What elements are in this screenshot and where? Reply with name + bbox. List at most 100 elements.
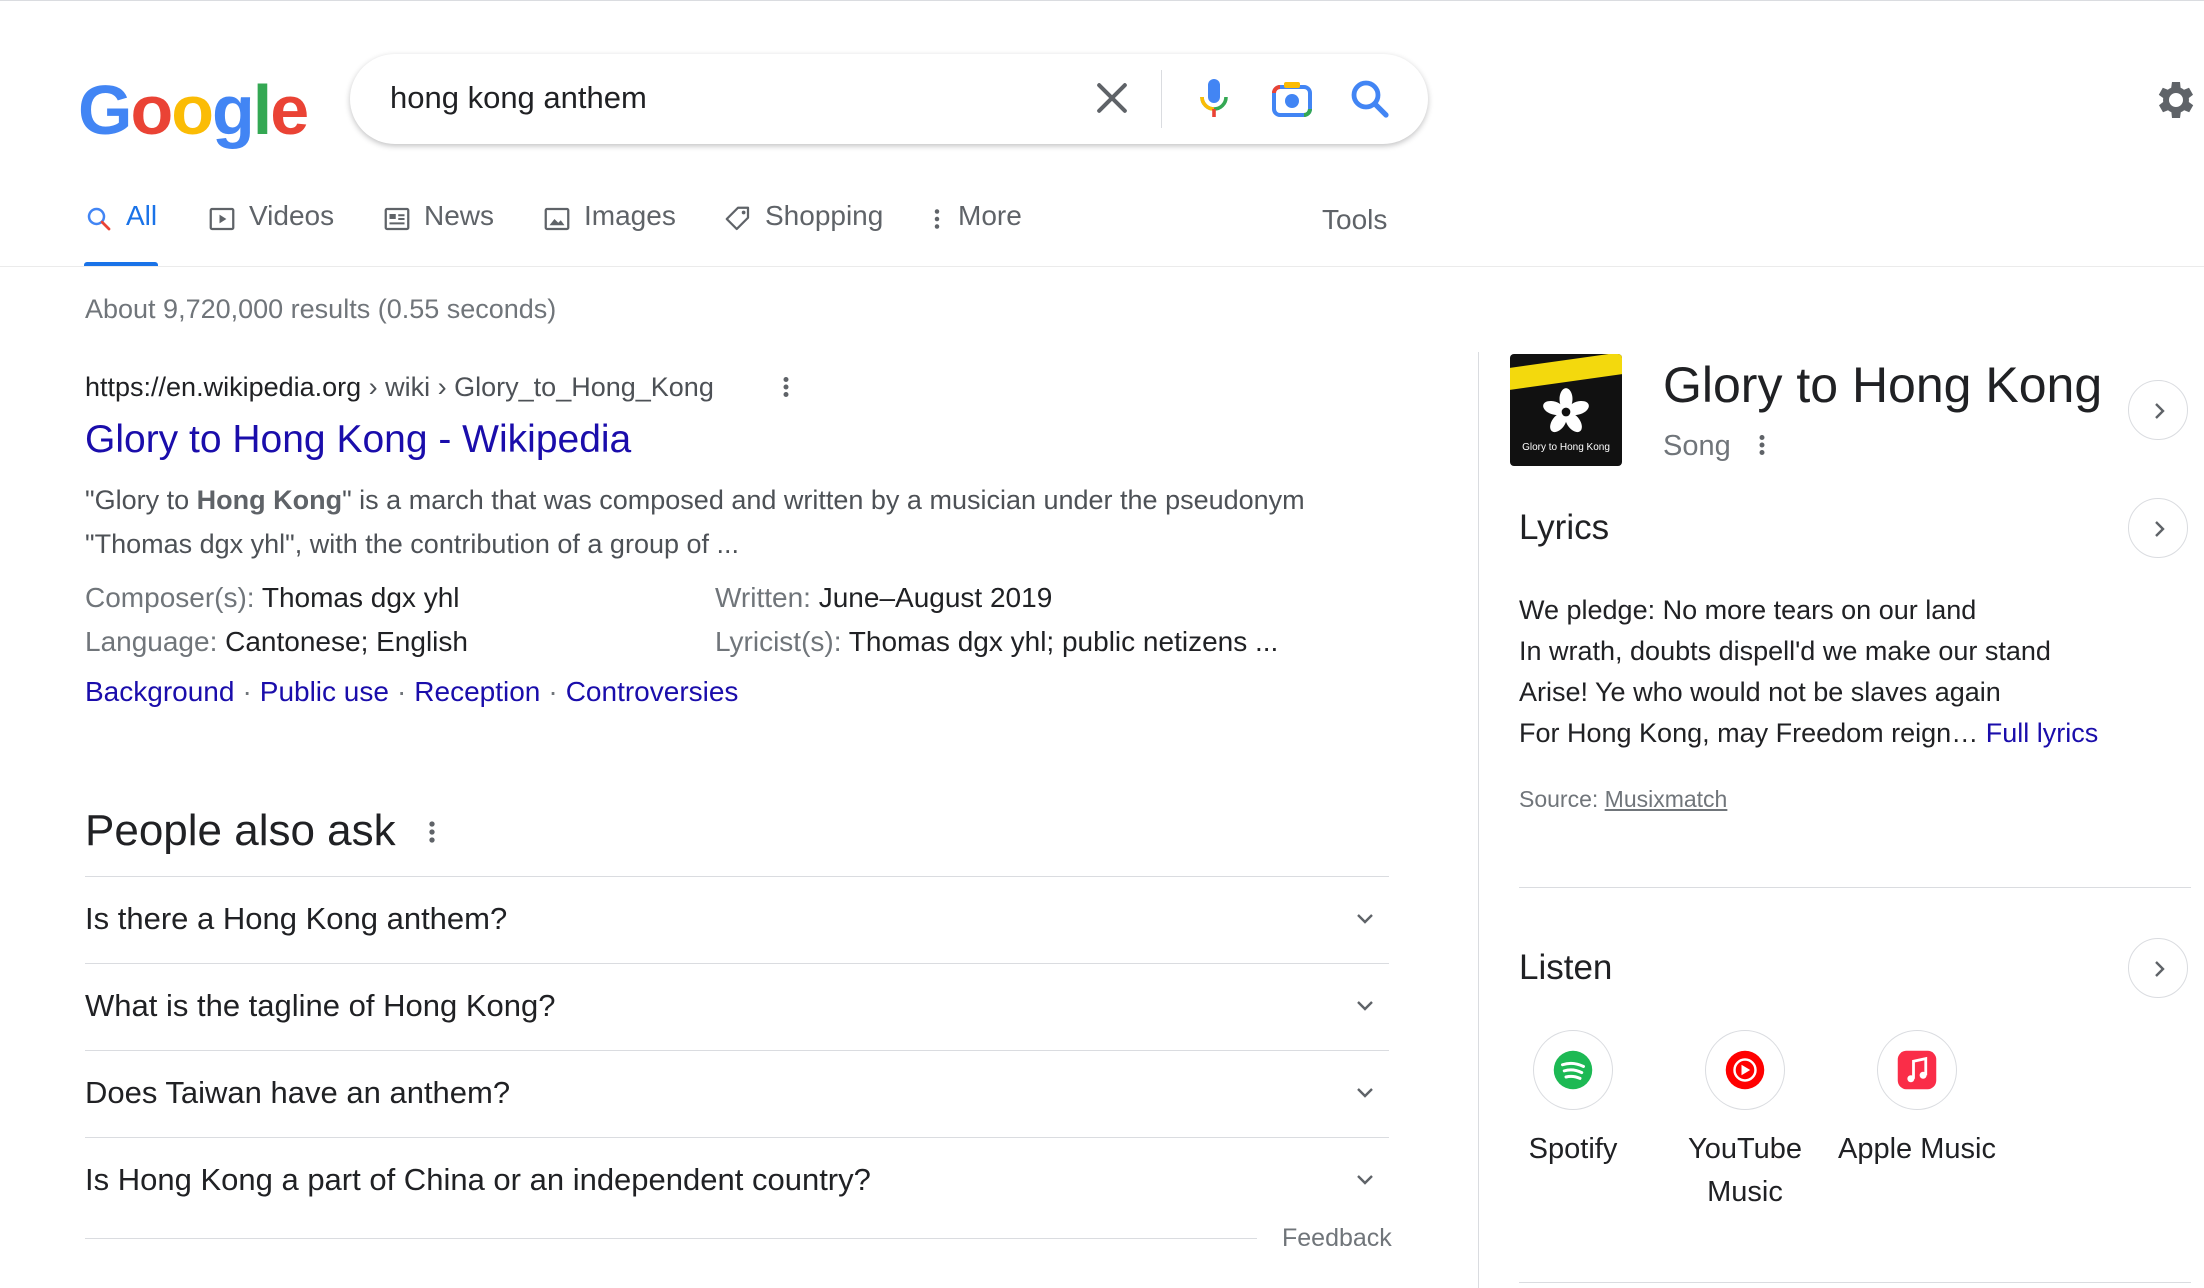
tab-label: News	[424, 200, 495, 231]
paa-question[interactable]: Is there a Hong Kong anthem?	[85, 876, 1389, 963]
paa-question[interactable]: Does Taiwan have an anthem?	[85, 1050, 1389, 1137]
fact-language: Language: Cantonese; English	[85, 620, 468, 664]
search-divider	[1161, 70, 1162, 128]
thumbnail-caption: Glory to Hong Kong	[1522, 442, 1610, 453]
paa-question-text: Does Taiwan have an anthem?	[85, 1075, 511, 1110]
listen-arrow[interactable]	[2128, 938, 2188, 998]
tab-all[interactable]: All	[84, 200, 157, 262]
song-thumbnail[interactable]: Glory to Hong Kong	[1510, 354, 1622, 466]
snippet-text: "Glory to	[85, 485, 197, 515]
snippet-bold: Hong Kong	[196, 485, 343, 515]
lyrics-source: Source: Musixmatch	[1519, 786, 1727, 813]
service-label: Apple Music	[1838, 1133, 1996, 1165]
tab-videos[interactable]: Videos	[207, 200, 334, 262]
google-logo[interactable]: Google	[78, 70, 309, 150]
lens-icon[interactable]	[1268, 74, 1316, 124]
paa-question[interactable]: Is Hong Kong a part of China or an indep…	[85, 1137, 1389, 1224]
bauhinia-flower-icon	[1543, 388, 1589, 433]
lyric-line: In wrath, doubts dispell'd we make our s…	[1519, 636, 2051, 666]
fact-value: Thomas dgx yhl	[261, 582, 460, 613]
search-box[interactable]: hong kong anthem	[350, 54, 1428, 144]
lyric-line: Arise! Ye who would not be slaves again	[1519, 677, 2001, 707]
logo-letter: l	[252, 71, 273, 149]
logo-letter: G	[78, 71, 132, 149]
lyric-line: For Hong Kong, may Freedom reign…	[1519, 718, 1979, 748]
close-icon[interactable]	[1090, 76, 1134, 120]
result-url[interactable]: https://en.wikipedia.org › wiki › Glory_…	[85, 372, 714, 403]
paa-question-text: What is the tagline of Hong Kong?	[85, 988, 556, 1023]
lyrics-arrow[interactable]	[2128, 498, 2188, 558]
service-apple-music[interactable]: Apple Music	[1832, 1030, 2002, 1171]
panel-title-arrow[interactable]	[2128, 380, 2188, 440]
chevron-right-icon	[2155, 961, 2165, 977]
more-vert-icon[interactable]	[422, 816, 442, 848]
sitelink-reception[interactable]: Reception	[414, 676, 540, 707]
mic-icon[interactable]	[1190, 74, 1238, 124]
gear-icon[interactable]	[2150, 76, 2198, 124]
tab-images[interactable]: Images	[542, 200, 676, 262]
tab-label: Images	[584, 200, 676, 231]
more-vert-icon	[934, 209, 940, 229]
sitelink-separator: ·	[396, 676, 407, 707]
listen-heading: Listen	[1519, 948, 1613, 987]
more-vert-icon[interactable]	[776, 372, 796, 402]
logo-letter: o	[171, 71, 214, 149]
sitelink-separator: ·	[242, 676, 252, 707]
tab-label: Shopping	[765, 200, 884, 231]
tools-button[interactable]: Tools	[1322, 204, 1387, 236]
more-vert-icon[interactable]	[1752, 430, 1772, 460]
paa-question[interactable]: What is the tagline of Hong Kong?	[85, 963, 1389, 1050]
thumbnail-banner	[1510, 354, 1622, 390]
source-link[interactable]: Musixmatch	[1605, 786, 1728, 812]
source-label: Source:	[1519, 786, 1605, 812]
fact-value: June–August 2019	[818, 582, 1053, 613]
full-lyrics-link[interactable]: Full lyrics	[1986, 718, 2099, 748]
panel-subtitle: Song	[1663, 430, 1731, 462]
sitelink-background[interactable]: Background	[85, 676, 234, 707]
panel-title: Glory to Hong Kong	[1663, 357, 2103, 413]
chevron-down-icon	[1357, 1001, 1373, 1011]
logo-letter: e	[270, 71, 309, 149]
service-spotify[interactable]: Spotify	[1488, 1030, 1658, 1171]
chevron-down-icon	[1357, 1088, 1373, 1098]
chevron-down-icon	[1357, 914, 1373, 924]
feedback-link[interactable]: Feedback	[1282, 1224, 1392, 1253]
sitelink-separator: ·	[548, 676, 558, 707]
lyric-line: We pledge: No more tears on our land	[1519, 595, 1977, 625]
spotify-icon	[1533, 1030, 1613, 1110]
result-stats: About 9,720,000 results (0.55 seconds)	[85, 294, 557, 324]
panel-divider	[1519, 887, 2191, 888]
play-icon	[209, 207, 235, 231]
sitelinks: Background · Public use · Reception · Controve…	[85, 676, 738, 708]
service-youtube-music[interactable]: YouTube Music	[1660, 1030, 1830, 1214]
fact-key: Language:	[85, 626, 226, 657]
service-label: YouTube Music	[1688, 1133, 1802, 1208]
fact-key: Written:	[715, 582, 819, 613]
apple-music-icon	[1877, 1030, 1957, 1110]
result-domain: https://en.wikipedia.org	[85, 372, 362, 402]
chevron-right-icon	[2155, 403, 2165, 419]
search-icon[interactable]	[1346, 74, 1394, 124]
fact-value: Thomas dgx yhl; public netizens ...	[848, 626, 1279, 657]
panel-divider	[1519, 1282, 2191, 1283]
fact-key: Composer(s):	[85, 582, 262, 613]
top-border	[0, 0, 2204, 1]
tab-label: All	[126, 200, 158, 231]
fact-value: Cantonese; English	[225, 626, 468, 657]
sitelink-public-use[interactable]: Public use	[260, 676, 389, 707]
fact-lyricist: Lyricist(s): Thomas dgx yhl; public neti…	[715, 620, 1278, 664]
youtube-music-icon	[1705, 1030, 1785, 1110]
image-icon	[544, 207, 570, 231]
tab-shopping[interactable]: Shopping	[723, 200, 883, 262]
search-icon	[87, 207, 111, 231]
fact-written: Written: June–August 2019	[715, 576, 1052, 620]
sitelink-controversies[interactable]: Controversies	[566, 676, 739, 707]
tab-news[interactable]: News	[382, 200, 494, 262]
tab-more[interactable]: More	[928, 200, 1022, 262]
logo-letter: g	[211, 71, 255, 149]
chevron-down-icon	[1357, 1175, 1373, 1185]
search-input[interactable]: hong kong anthem	[390, 80, 647, 116]
result-title-link[interactable]: Glory to Hong Kong - Wikipedia	[85, 418, 631, 462]
result-snippet: "Glory to Hong Kong" is a march that was…	[85, 478, 1345, 566]
fact-composer: Composer(s): Thomas dgx yhl	[85, 576, 460, 620]
